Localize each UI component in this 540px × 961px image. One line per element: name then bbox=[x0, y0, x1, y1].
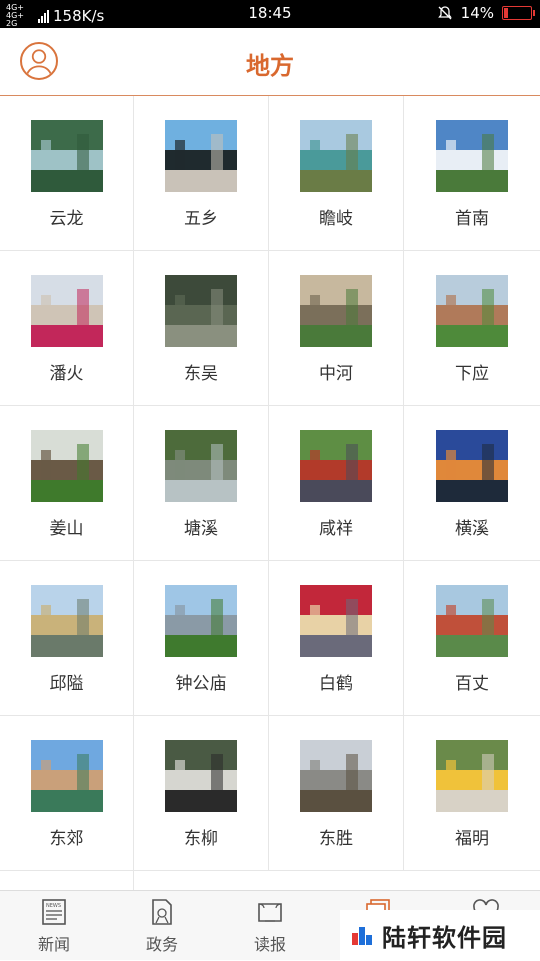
place-item[interactable]: 瞻岐 bbox=[269, 96, 404, 251]
government-doc-icon bbox=[152, 899, 172, 925]
battery-percent: 14% bbox=[460, 4, 494, 22]
nav-item-government[interactable]: 政务 bbox=[108, 891, 216, 961]
status-right: 14% bbox=[437, 4, 535, 22]
place-label: 五乡 bbox=[184, 209, 218, 229]
place-thumbnail bbox=[436, 275, 508, 347]
place-label: 东吴 bbox=[184, 364, 218, 384]
svg-text:NEWS: NEWS bbox=[46, 903, 61, 909]
place-thumbnail bbox=[30, 430, 103, 502]
place-label: 云龙 bbox=[49, 209, 84, 229]
place-item[interactable]: 咸祥 bbox=[269, 406, 404, 561]
watermark-logo-icon bbox=[352, 927, 372, 945]
place-item[interactable]: 五乡 bbox=[134, 96, 269, 251]
place-thumbnail bbox=[30, 120, 103, 192]
nav-label-read-paper: 读报 bbox=[253, 935, 286, 954]
watermark-text: 陆轩软件园 bbox=[382, 923, 507, 952]
place-thumbnail bbox=[165, 585, 237, 657]
place-thumbnail bbox=[165, 275, 237, 347]
battery-icon bbox=[502, 6, 535, 20]
newspaper-icon: NEWS bbox=[42, 899, 66, 925]
place-item[interactable]: 下应 bbox=[404, 251, 540, 406]
place-item[interactable]: 首南 bbox=[404, 96, 540, 251]
place-item[interactable]: 东吴 bbox=[134, 251, 269, 406]
place-label: 东郊 bbox=[49, 829, 84, 849]
place-label: 姜山 bbox=[49, 519, 84, 539]
place-label: 钟公庙 bbox=[175, 674, 227, 694]
place-thumbnail bbox=[300, 740, 372, 812]
read-paper-icon bbox=[258, 903, 282, 922]
places-grid: 云龙 五乡 瞻岐 首南潘火 东吴 中河 下应姜山 塘溪 咸祥 横溪邱隘 钟公庙 白鹤 百丈东郊 东柳 东胜 福… bbox=[0, 96, 540, 871]
nav-item-read-paper[interactable]: 读报 bbox=[216, 891, 324, 961]
place-label: 百丈 bbox=[455, 674, 489, 694]
place-thumbnail bbox=[30, 740, 103, 812]
place-item[interactable]: 百丈 bbox=[404, 561, 540, 716]
place-label: 横溪 bbox=[455, 519, 489, 539]
place-item[interactable]: 云龙 bbox=[0, 96, 134, 251]
place-label: 邱隘 bbox=[49, 674, 84, 694]
place-label: 首南 bbox=[455, 209, 489, 229]
place-thumbnail bbox=[30, 585, 103, 657]
place-label: 中河 bbox=[319, 364, 353, 384]
status-bar: 4G+ 4G+ 2G 158K/s 18:45 14% bbox=[0, 0, 540, 28]
place-item[interactable]: 钟公庙 bbox=[134, 561, 269, 716]
nav-label-news: 新闻 bbox=[37, 935, 70, 954]
place-thumbnail bbox=[165, 430, 237, 502]
place-label: 瞻岐 bbox=[319, 209, 353, 229]
place-label: 东柳 bbox=[184, 829, 218, 849]
place-item[interactable]: 塘溪 bbox=[134, 406, 269, 561]
place-thumbnail bbox=[300, 120, 372, 192]
place-thumbnail bbox=[300, 585, 372, 657]
place-label: 白鹤 bbox=[319, 674, 353, 694]
place-thumbnail bbox=[30, 275, 103, 347]
place-thumbnail bbox=[436, 585, 508, 657]
place-thumbnail bbox=[300, 430, 372, 502]
place-item[interactable]: 东柳 bbox=[134, 716, 269, 871]
place-item[interactable]: 福明 bbox=[404, 716, 540, 871]
place-item[interactable]: 横溪 bbox=[404, 406, 540, 561]
page-title: 地方 bbox=[246, 52, 294, 80]
place-label: 潘火 bbox=[49, 364, 84, 384]
nav-item-news[interactable]: NEWS 新闻 bbox=[0, 891, 108, 961]
place-label: 东胜 bbox=[319, 829, 353, 849]
place-label: 福明 bbox=[455, 829, 489, 849]
mute-bell-icon bbox=[437, 6, 452, 20]
place-thumbnail bbox=[436, 120, 508, 192]
place-thumbnail bbox=[165, 120, 237, 192]
place-item[interactable]: 姜山 bbox=[0, 406, 134, 561]
place-label: 下应 bbox=[455, 364, 489, 384]
place-thumbnail bbox=[165, 740, 237, 812]
nav-label-government: 政务 bbox=[145, 935, 178, 954]
place-item[interactable]: 中河 bbox=[269, 251, 404, 406]
place-item[interactable]: 邱隘 bbox=[0, 561, 134, 716]
place-item[interactable]: 潘火 bbox=[0, 251, 134, 406]
place-label: 塘溪 bbox=[184, 519, 218, 539]
place-item[interactable]: 白鹤 bbox=[269, 561, 404, 716]
place-item[interactable]: 东郊 bbox=[0, 716, 134, 871]
place-thumbnail bbox=[436, 740, 508, 812]
header: 地方 bbox=[0, 28, 540, 96]
partial-grid-row bbox=[0, 871, 540, 891]
place-thumbnail bbox=[300, 275, 372, 347]
place-item[interactable]: 东胜 bbox=[269, 716, 404, 871]
place-label: 咸祥 bbox=[319, 519, 353, 539]
place-thumbnail bbox=[436, 430, 508, 502]
watermark: 陆轩软件园 bbox=[340, 910, 540, 960]
